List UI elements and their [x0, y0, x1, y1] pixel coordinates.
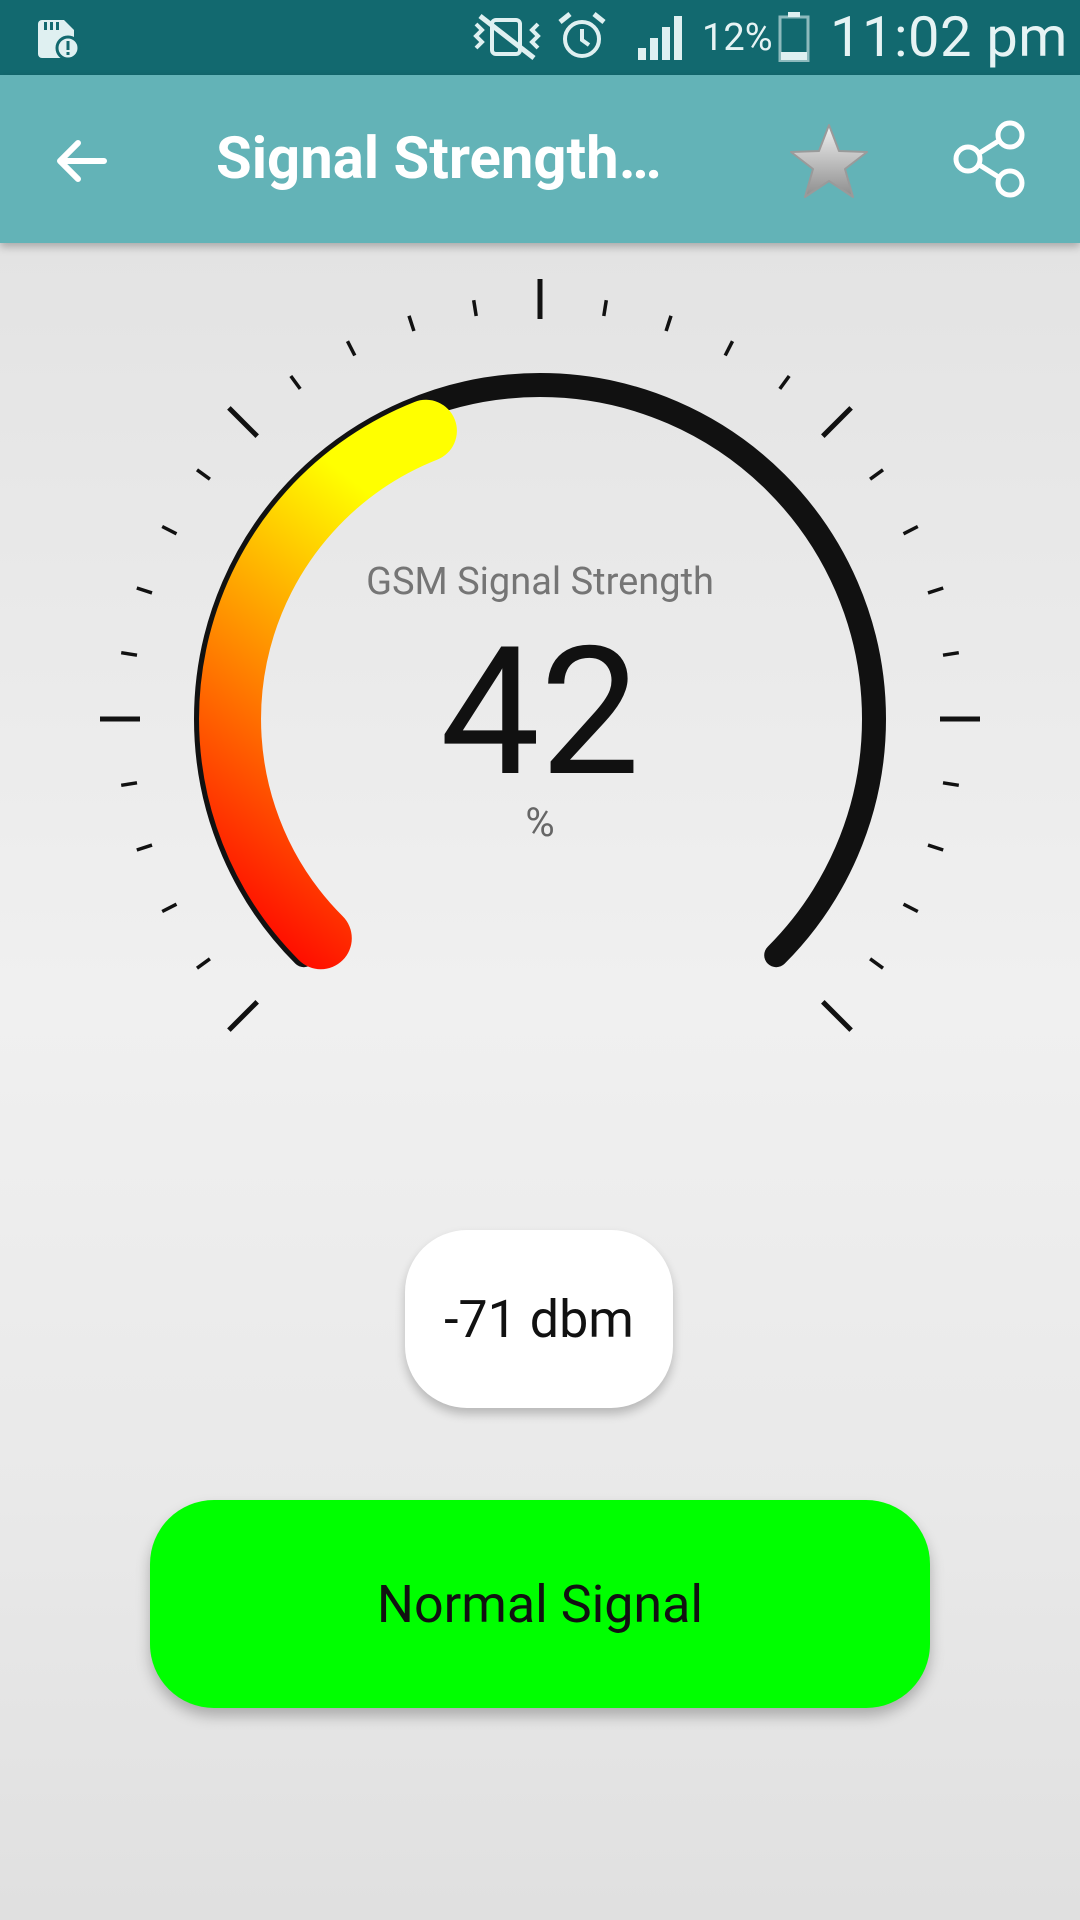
gauge-minor-tick [869, 468, 885, 481]
vibrate-mute-icon [473, 14, 541, 60]
gauge-minor-tick [778, 374, 791, 390]
gauge-minor-tick [869, 957, 885, 970]
battery-percent: 12% [702, 16, 773, 60]
gauge-minor-tick [723, 340, 735, 357]
dbm-value: -71 dbm [444, 1288, 634, 1350]
signal-status-button[interactable]: Normal Signal [150, 1500, 930, 1708]
app-bar: Signal Strength… [0, 75, 1080, 243]
dbm-badge: -71 dbm [405, 1230, 673, 1408]
gauge-label: GSM Signal Strength [366, 560, 714, 604]
back-arrow-icon[interactable] [42, 121, 122, 201]
signal-gauge: GSM Signal Strength 42 % [0, 243, 1080, 1123]
gauge-minor-tick [161, 524, 178, 536]
clock: 11:02 pm [830, 4, 1068, 70]
sd-card-alert-icon [38, 20, 81, 61]
gauge-minor-tick [195, 957, 211, 970]
gauge-minor-tick [345, 340, 357, 357]
gauge-major-tick [821, 406, 853, 438]
gauge-minor-tick [902, 902, 919, 914]
gauge-major-tick [821, 1000, 853, 1032]
star-icon[interactable] [786, 119, 872, 205]
gauge-major-tick [227, 406, 259, 438]
cell-signal-icon [638, 16, 682, 60]
gauge-minor-tick [471, 299, 478, 317]
alarm-icon [558, 12, 606, 58]
status-bar: 12% 11:02 pm [0, 0, 1080, 75]
gauge-value: 42 [439, 609, 641, 817]
page-title: Signal Strength… [216, 125, 662, 193]
gauge-minor-tick [289, 374, 302, 390]
gauge-minor-tick [902, 524, 919, 536]
share-icon[interactable] [950, 119, 1030, 199]
gauge-major-tick [227, 1000, 259, 1032]
gauge-minor-tick [664, 315, 673, 332]
gauge-minor-tick [602, 299, 609, 317]
gauge-unit: % [525, 799, 555, 846]
gauge-minor-tick [161, 902, 178, 914]
gauge-minor-tick [195, 468, 211, 481]
battery-icon [778, 12, 810, 62]
signal-status-label: Normal Signal [376, 1573, 704, 1635]
gauge-minor-tick [407, 315, 416, 332]
